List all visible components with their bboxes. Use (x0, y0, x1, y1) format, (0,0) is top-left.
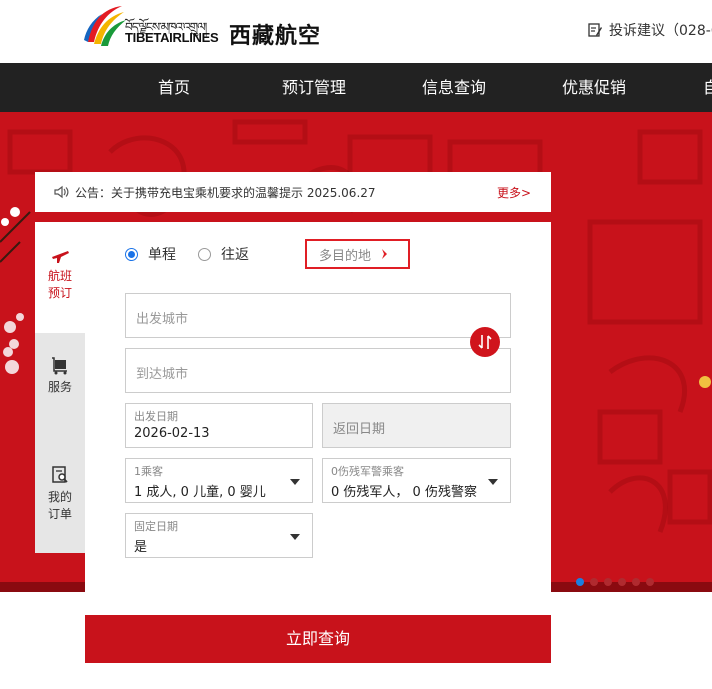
carousel-dots (576, 578, 654, 586)
more-announcements-link[interactable]: 更多> (497, 184, 531, 201)
search-flights-button[interactable]: 立即查询 (85, 615, 551, 663)
multi-city-button[interactable]: 多目的地 (305, 239, 410, 269)
carousel-dot[interactable] (604, 578, 612, 586)
tab-label: 服务 (47, 380, 72, 394)
arrival-city-input[interactable]: 到达城市 (125, 348, 511, 393)
radio-circle[interactable] (125, 247, 138, 261)
tab-label: 我的 (47, 490, 72, 504)
main-nav: 首页 预订管理 信息查询 优惠促销 自 (0, 63, 712, 112)
chevron-down-icon (290, 534, 300, 540)
tab-label: 订单 (47, 507, 72, 521)
departure-date-label: 出发日期 (134, 410, 178, 423)
nav-item-home[interactable]: 首页 (158, 63, 190, 112)
passenger-label: 1乘客 (134, 465, 163, 478)
fixed-date-label: 固定日期 (134, 520, 178, 533)
announcement-bar: 公告：关于携带充电宝乘机要求的温馨提示 2025.06.27 更多> (35, 172, 551, 212)
nav-item-info-query[interactable]: 信息查询 (422, 63, 486, 112)
return-date-placeholder: 返回日期 (333, 422, 386, 437)
plane-icon (35, 248, 85, 264)
departure-date-field[interactable]: 出发日期 2026-02-13 (125, 403, 313, 448)
military-passenger-label: 0伤残军警乘客 (331, 465, 404, 478)
departure-city-placeholder: 出发城市 (136, 312, 189, 327)
tab-my-orders[interactable]: 我的 订单 (35, 465, 85, 553)
speaker-icon (53, 185, 69, 199)
order-search-icon (35, 465, 85, 485)
tab-services[interactable]: 服务 (35, 357, 85, 447)
luggage-cart-icon (35, 357, 85, 375)
nav-item-promotions[interactable]: 优惠促销 (562, 63, 626, 112)
return-date-field[interactable]: 返回日期 (322, 403, 511, 448)
multi-city-label: 多目的地 (319, 248, 372, 264)
carousel-dot[interactable] (646, 578, 654, 586)
radio-label: 单程 (148, 247, 176, 263)
chevron-down-icon (488, 479, 498, 485)
nav-item-more[interactable]: 自 (703, 63, 712, 112)
military-passenger-value: 0 伤残军人， 0 伤残警察 (331, 485, 477, 500)
complaint-text: 投诉建议（028-6 (609, 23, 712, 39)
military-passenger-select[interactable]: 0伤残军警乘客 0 伤残军人， 0 伤残警察 (322, 458, 511, 503)
trip-type-group: 单程 往返 (125, 244, 271, 264)
tab-label: 预订 (47, 286, 72, 300)
passenger-select[interactable]: 1乘客 1 成人, 0 儿童, 0 婴儿 (125, 458, 313, 503)
announcement-link[interactable]: 公告：关于携带充电宝乘机要求的温馨提示 2025.06.27 (75, 184, 376, 201)
arrival-city-placeholder: 到达城市 (136, 367, 189, 382)
fixed-date-value: 是 (134, 540, 148, 555)
tab-flight-booking[interactable]: 航班 预订 (35, 222, 85, 333)
carousel-dot[interactable] (590, 578, 598, 586)
logo-english-text: TIBETAIRLINES (125, 30, 219, 45)
nav-item-booking-management[interactable]: 预订管理 (282, 63, 346, 112)
carousel-dot[interactable] (618, 578, 626, 586)
logo-mark-icon (84, 6, 126, 46)
complaint-link[interactable]: 投诉建议（028-6 (587, 20, 712, 40)
radio-round-trip[interactable]: 往返 (198, 244, 249, 264)
chevron-right-icon (382, 249, 388, 259)
passenger-value: 1 成人, 0 儿童, 0 婴儿 (134, 485, 266, 500)
departure-date-value: 2026-02-13 (134, 426, 210, 441)
fixed-date-select[interactable]: 固定日期 是 (125, 513, 313, 558)
site-header: བོད་ལྗོངས་མཁའ་འགྲུལ། TIBETAIRLINES 西藏航空 … (0, 0, 712, 63)
carousel-dot[interactable] (576, 578, 584, 586)
swap-icon (478, 335, 492, 349)
logo-chinese-text: 西藏航空 (229, 23, 322, 49)
radio-label: 往返 (221, 247, 249, 263)
radio-one-way[interactable]: 单程 (125, 244, 176, 264)
chevron-down-icon (290, 479, 300, 485)
carousel-dot[interactable] (632, 578, 640, 586)
tab-label: 航班 (47, 269, 72, 283)
departure-city-input[interactable]: 出发城市 (125, 293, 511, 338)
booking-side-tabs: 航班 预订 服务 我的 订单 (35, 222, 85, 553)
radio-circle[interactable] (198, 247, 211, 261)
swap-cities-button[interactable] (470, 327, 500, 357)
edit-icon (588, 23, 602, 37)
flight-search-form: 单程 往返 多目的地 出发城市 到达城市 出发日期 2026-02-13 返回日… (85, 222, 551, 615)
logo[interactable]: བོད་ལྗོངས་མཁའ་འགྲུལ། TIBETAIRLINES 西藏航空 (82, 2, 342, 52)
